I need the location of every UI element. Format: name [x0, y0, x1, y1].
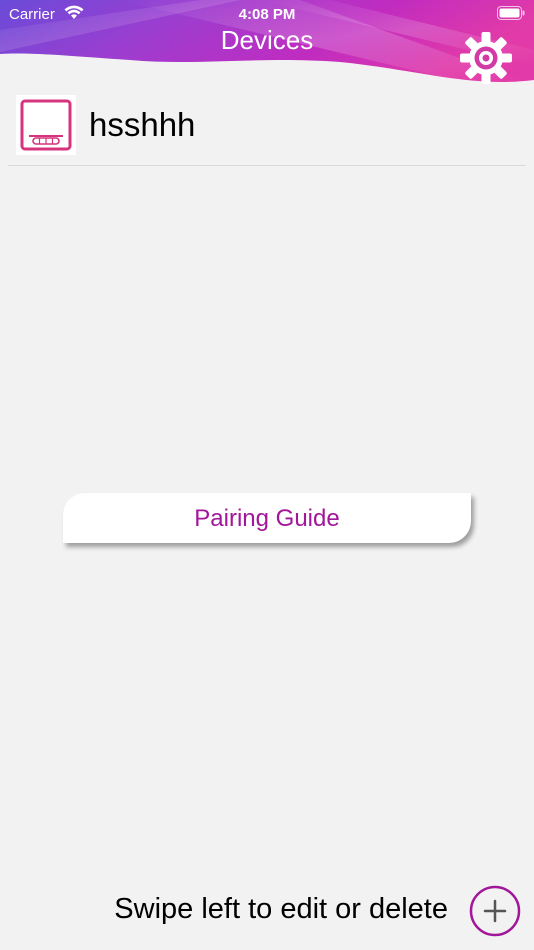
device-row[interactable]: hsshhh: [0, 92, 534, 166]
page-title: Devices: [220, 25, 314, 55]
swipe-hint: Swipe left to edit or delete: [114, 893, 448, 925]
gear-icon[interactable]: [459, 31, 513, 85]
status-time: 4:08 PM: [238, 6, 296, 23]
device-icon: [16, 95, 76, 155]
battery-icon: [497, 6, 525, 20]
pairing-guide-button[interactable]: Pairing Guide: [63, 493, 471, 543]
device-name: hsshhh: [89, 106, 196, 143]
row-divider: [8, 165, 526, 166]
plus-icon[interactable]: [469, 885, 521, 937]
status-bar: Carrier 4:08 PM: [0, 0, 534, 28]
header: Carrier 4:08 PM Devices: [0, 0, 534, 92]
